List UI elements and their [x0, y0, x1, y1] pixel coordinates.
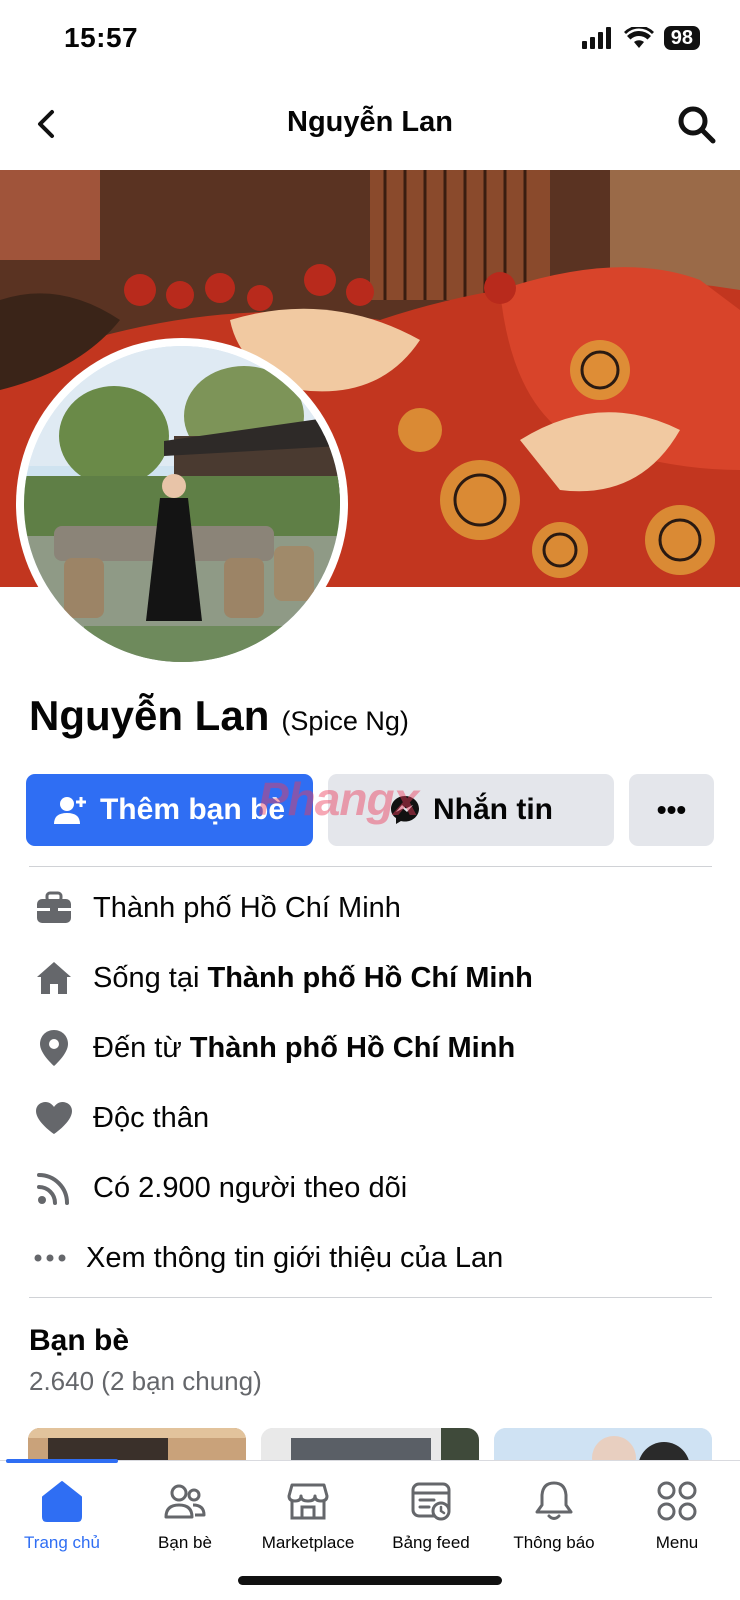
friends-section-title: Bạn bè: [29, 1324, 130, 1357]
cellular-signal-icon: [581, 27, 611, 49]
home-icon: [42, 1481, 82, 1522]
add-friend-label: Thêm bạn bè: [99, 793, 286, 826]
divider: [29, 866, 712, 867]
battery-level: 98: [663, 26, 700, 50]
intro-lives-in: Sống tại Thành phố Hồ Chí Minh: [0, 948, 740, 1008]
tab-marketplace[interactable]: Marketplace: [246, 1479, 370, 1553]
profile-alternate-name: (Spice Ng): [281, 706, 409, 736]
intro-lives-in-text: Sống tại Thành phố Hồ Chí Minh: [93, 961, 533, 994]
friends-count: 2.640 (2 bạn chung): [29, 1366, 262, 1396]
profile-name-row: Nguyễn Lan (Spice Ng): [29, 692, 409, 740]
friends-icon: [164, 1484, 206, 1519]
tab-feed-label: Bảng feed: [392, 1533, 470, 1552]
intro-work-text: Thành phố Hồ Chí Minh: [93, 891, 401, 924]
status-time: 15:57: [64, 22, 139, 53]
status-bar: 15:57 98: [0, 0, 740, 80]
tab-friends[interactable]: Bạn bè: [123, 1479, 247, 1553]
tab-marketplace-label: Marketplace: [261, 1533, 355, 1552]
search-icon[interactable]: [676, 104, 718, 146]
intro-from-text: Đến từ Thành phố Hồ Chí Minh: [93, 1031, 516, 1064]
profile-name: Nguyễn Lan: [29, 692, 270, 739]
tab-home-label: Trang chủ: [24, 1533, 100, 1552]
home-icon: [34, 958, 74, 998]
message-button[interactable]: Nhắn tin: [328, 774, 614, 846]
intro-followers-text[interactable]: Có 2.900 người theo dõi: [93, 1172, 407, 1205]
more-options-button[interactable]: •••: [629, 774, 714, 846]
feed-icon: [411, 1482, 451, 1521]
location-pin-icon: [34, 1028, 74, 1068]
add-friend-icon: [53, 797, 86, 824]
home-indicator-bar: [238, 1576, 502, 1585]
active-tab-indicator: [6, 1459, 118, 1463]
avatar-photo: [24, 346, 340, 662]
bell-icon: [535, 1481, 573, 1520]
page-title: Nguyễn Lan: [287, 106, 453, 138]
tab-home[interactable]: Trang chủ: [0, 1479, 124, 1553]
divider: [29, 1297, 712, 1298]
add-friend-button[interactable]: Thêm bạn bè: [26, 774, 313, 846]
wifi-icon: [623, 27, 654, 48]
briefcase-icon: [34, 888, 74, 928]
tab-menu[interactable]: Menu: [615, 1479, 739, 1553]
from-place[interactable]: Thành phố Hồ Chí Minh: [190, 1032, 515, 1064]
intro-relationship-text: Độc thân: [93, 1101, 210, 1134]
intro-work: Thành phố Hồ Chí Minh: [0, 878, 740, 938]
heart-icon: [34, 1098, 74, 1138]
marketplace-icon: [287, 1483, 329, 1520]
tab-notifications[interactable]: Thông báo: [492, 1479, 616, 1553]
tab-notifications-label: Thông báo: [513, 1533, 595, 1552]
top-navigation: Nguyễn Lan: [0, 90, 740, 160]
message-label: Nhắn tin: [433, 793, 553, 826]
ellipsis-icon: [30, 1238, 70, 1278]
status-indicators: 98: [581, 26, 700, 50]
intro-followers: Có 2.900 người theo dõi: [0, 1158, 740, 1218]
profile-actions: Thêm bạn bè Nhắn tin •••: [26, 774, 714, 846]
profile-avatar[interactable]: [16, 338, 348, 670]
intro-see-more[interactable]: Xem thông tin giới thiệu của Lan: [0, 1228, 740, 1288]
messenger-icon: [391, 796, 419, 824]
tab-menu-label: Menu: [655, 1533, 699, 1552]
tab-friends-label: Bạn bè: [158, 1533, 212, 1552]
tab-feed[interactable]: Bảng feed: [369, 1479, 493, 1553]
intro-from: Đến từ Thành phố Hồ Chí Minh: [0, 1018, 740, 1078]
lives-in-place[interactable]: Thành phố Hồ Chí Minh: [207, 962, 532, 994]
rss-followers-icon: [34, 1168, 74, 1208]
intro-see-more-text[interactable]: Xem thông tin giới thiệu của Lan: [86, 1242, 503, 1275]
intro-relationship: Độc thân: [0, 1088, 740, 1148]
menu-grid-icon: [657, 1481, 697, 1521]
more-options-icon: •••: [656, 794, 687, 825]
